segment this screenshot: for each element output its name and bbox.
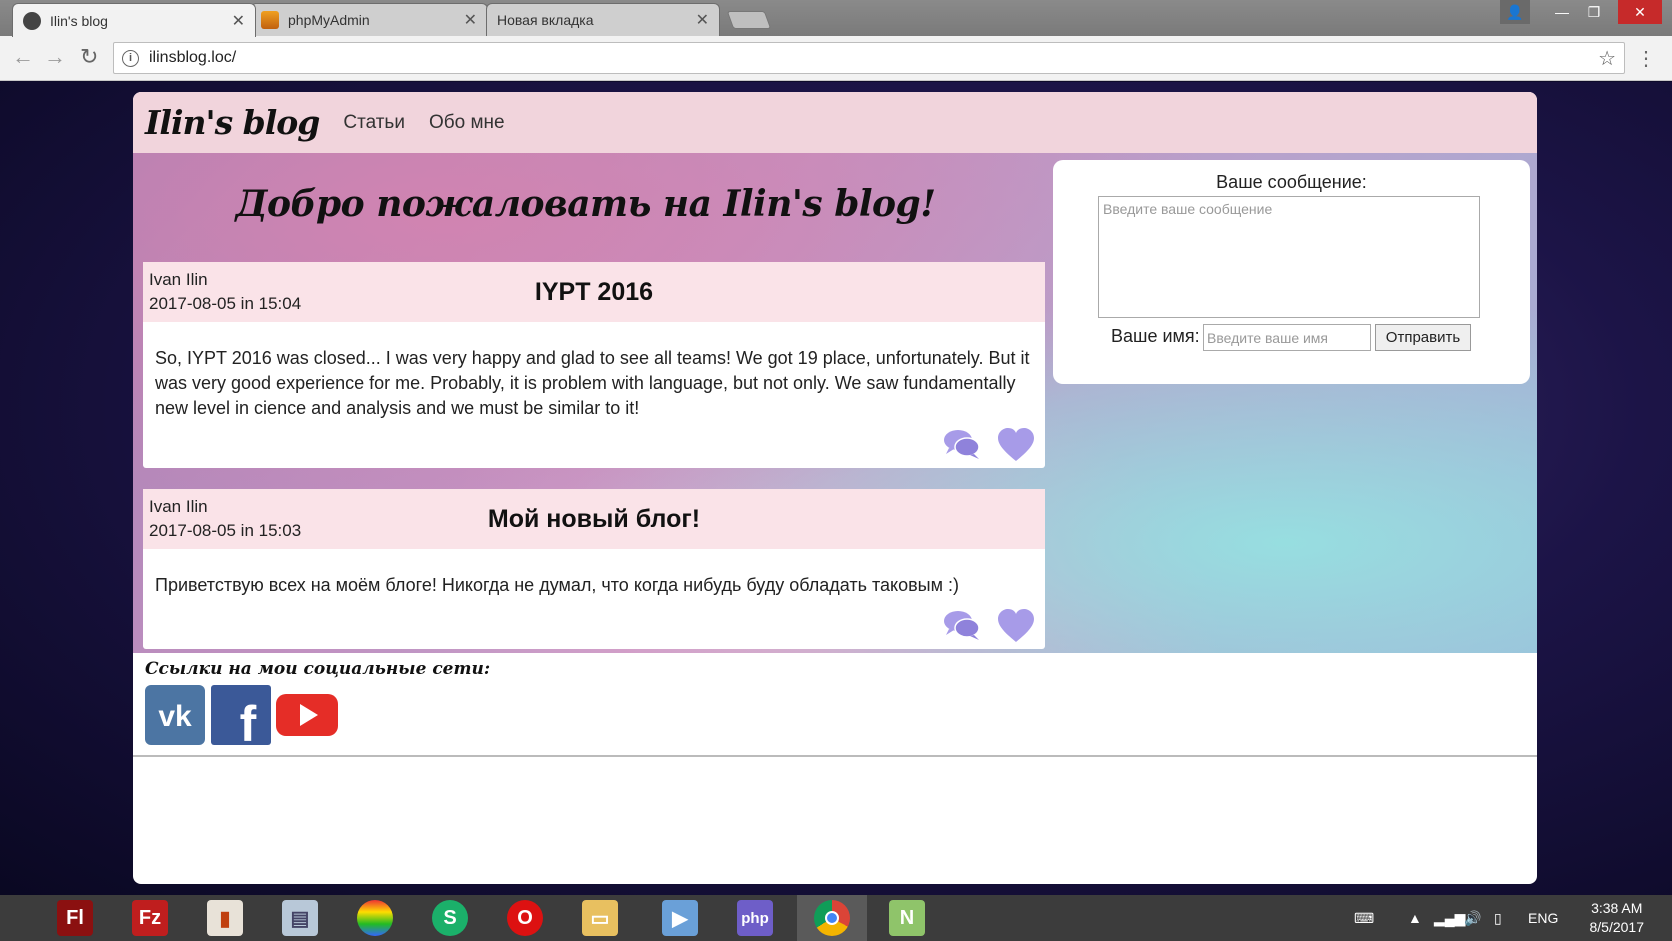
reload-icon[interactable]: ↻ [80,44,98,70]
welcome-heading: Добро пожаловать на Ilin's blog! [235,183,936,225]
post-body: Приветствую всех на моём блоге! Никогда … [155,575,959,595]
post-header: Ivan Ilin 2017-08-05 in 15:03 Мой новый … [143,489,1045,549]
browser-toolbar: ← → ↻ i ilinsblog.loc/ ☆ ⋮ [0,36,1672,81]
profile-icon[interactable]: 👤 [1500,0,1530,24]
site-footer: Ссылки на мои социальные сети: vk f [133,653,1537,757]
taskbar-notepad-icon[interactable]: N [872,895,942,941]
site-header: Ilin's blog Статьи Обо мне [133,92,1537,153]
volume-icon[interactable]: 🔊 [1464,895,1481,941]
message-form: Ваше сообщение: Ваше имя: Отправить [1053,160,1530,384]
taskbar-office-icon[interactable]: ▮ [190,895,260,941]
tab-ilins-blog[interactable]: Ilin's blog ✕ [12,3,256,37]
system-clock[interactable]: 3:38 AM 8/5/2017 [1590,899,1645,937]
close-tab-icon[interactable]: ✕ [464,10,477,30]
site-info-icon[interactable]: i [122,49,139,67]
new-tab-button[interactable] [726,11,772,29]
close-window-button[interactable]: ✕ [1618,0,1662,24]
close-tab-icon[interactable]: ✕ [232,11,245,31]
name-input[interactable] [1203,324,1371,351]
svg-text:f: f [240,696,257,745]
tab-phpmyadmin[interactable]: phpMyAdmin ✕ [250,3,488,36]
like-heart-icon[interactable] [997,609,1035,643]
site-logo[interactable]: Ilin's blog [145,103,320,142]
taskbar-media-icon[interactable]: ▶ [645,895,715,941]
site-container: Ilin's blog Статьи Обо мне Добро пожалов… [133,92,1537,884]
svg-text:vk: vk [158,700,192,733]
name-label: Ваше имя: [1111,326,1200,346]
post-title[interactable]: IYPT 2016 [143,278,1045,307]
taskbar-phpstorm-icon[interactable]: php [720,895,790,941]
post-actions [943,428,1035,462]
blog-post: Ivan Ilin 2017-08-05 in 15:04 IYPT 2016 … [143,262,1045,468]
post-title[interactable]: Мой новый блог! [143,505,1045,534]
youtube-icon[interactable] [276,685,338,745]
close-tab-icon[interactable]: ✕ [696,10,709,30]
facebook-icon[interactable]: f [211,685,271,752]
bookmark-star-icon[interactable]: ☆ [1598,46,1616,71]
message-textarea[interactable] [1098,196,1480,318]
tab-new[interactable]: Новая вкладка ✕ [486,3,720,36]
browser-title-bar: Ilin's blog ✕ phpMyAdmin ✕ Новая вкладка… [0,0,1672,37]
taskbar-chrome-icon[interactable] [797,895,867,941]
message-label: Ваше сообщение: [1216,172,1367,192]
network-icon[interactable]: ▂▄▆ [1434,895,1465,941]
tray-expand-icon[interactable]: ▲ [1408,895,1422,941]
comments-icon[interactable] [943,609,981,643]
address-bar[interactable]: i ilinsblog.loc/ ☆ [113,42,1625,74]
nav-about[interactable]: Обо мне [429,112,505,134]
post-actions [943,609,1035,643]
back-icon[interactable]: ← [12,44,34,70]
phpmyadmin-favicon-icon [261,11,279,29]
main-content: Добро пожаловать на Ilin's blog! Ivan Il… [133,153,1537,653]
windows-taskbar: Fl Fz ▮ ▤ S O ▭ ▶ php N ⌨ ▲ ▂▄▆ 🔊 ▯ ENG … [0,895,1672,941]
post-header: Ivan Ilin 2017-08-05 in 15:04 IYPT 2016 [143,262,1045,322]
keyboard-icon[interactable]: ⌨ [1354,895,1374,941]
nav-articles[interactable]: Статьи [343,112,405,134]
tab-title: Новая вкладка [497,12,594,28]
power-icon[interactable]: ▯ [1494,895,1502,941]
blog-post: Ivan Ilin 2017-08-05 in 15:03 Мой новый … [143,489,1045,649]
url-text: ilinsblog.loc/ [149,49,237,66]
taskbar-monitor-icon[interactable]: ▤ [265,895,335,941]
clock-date: 8/5/2017 [1589,919,1645,935]
forward-icon[interactable]: → [44,44,66,70]
taskbar-explorer-icon[interactable]: ▭ [565,895,635,941]
vk-icon[interactable]: vk [145,685,205,745]
language-indicator[interactable]: ENG [1528,895,1558,941]
like-heart-icon[interactable] [997,428,1035,462]
browser-menu-icon[interactable]: ⋮ [1636,46,1656,71]
clock-time: 3:38 AM [1591,900,1643,916]
post-body: So, IYPT 2016 was closed... I was very h… [155,348,1030,418]
send-button[interactable]: Отправить [1375,324,1471,351]
page-viewport: Ilin's blog Статьи Обо мне Добро пожалов… [0,82,1672,895]
restore-button[interactable]: ❐ [1572,0,1616,24]
blog-favicon-icon [23,11,41,30]
taskbar-color-icon[interactable] [340,895,410,941]
taskbar-flash-icon[interactable]: Fl [40,895,110,941]
comments-icon[interactable] [943,428,981,462]
social-links-title: Ссылки на мои социальные сети: [145,659,491,679]
taskbar-skype-icon[interactable]: S [415,895,485,941]
taskbar-opera-icon[interactable]: O [490,895,560,941]
tab-title: phpMyAdmin [288,12,370,28]
taskbar-filezilla-icon[interactable]: Fz [115,895,185,941]
tab-title: Ilin's blog [50,12,108,29]
